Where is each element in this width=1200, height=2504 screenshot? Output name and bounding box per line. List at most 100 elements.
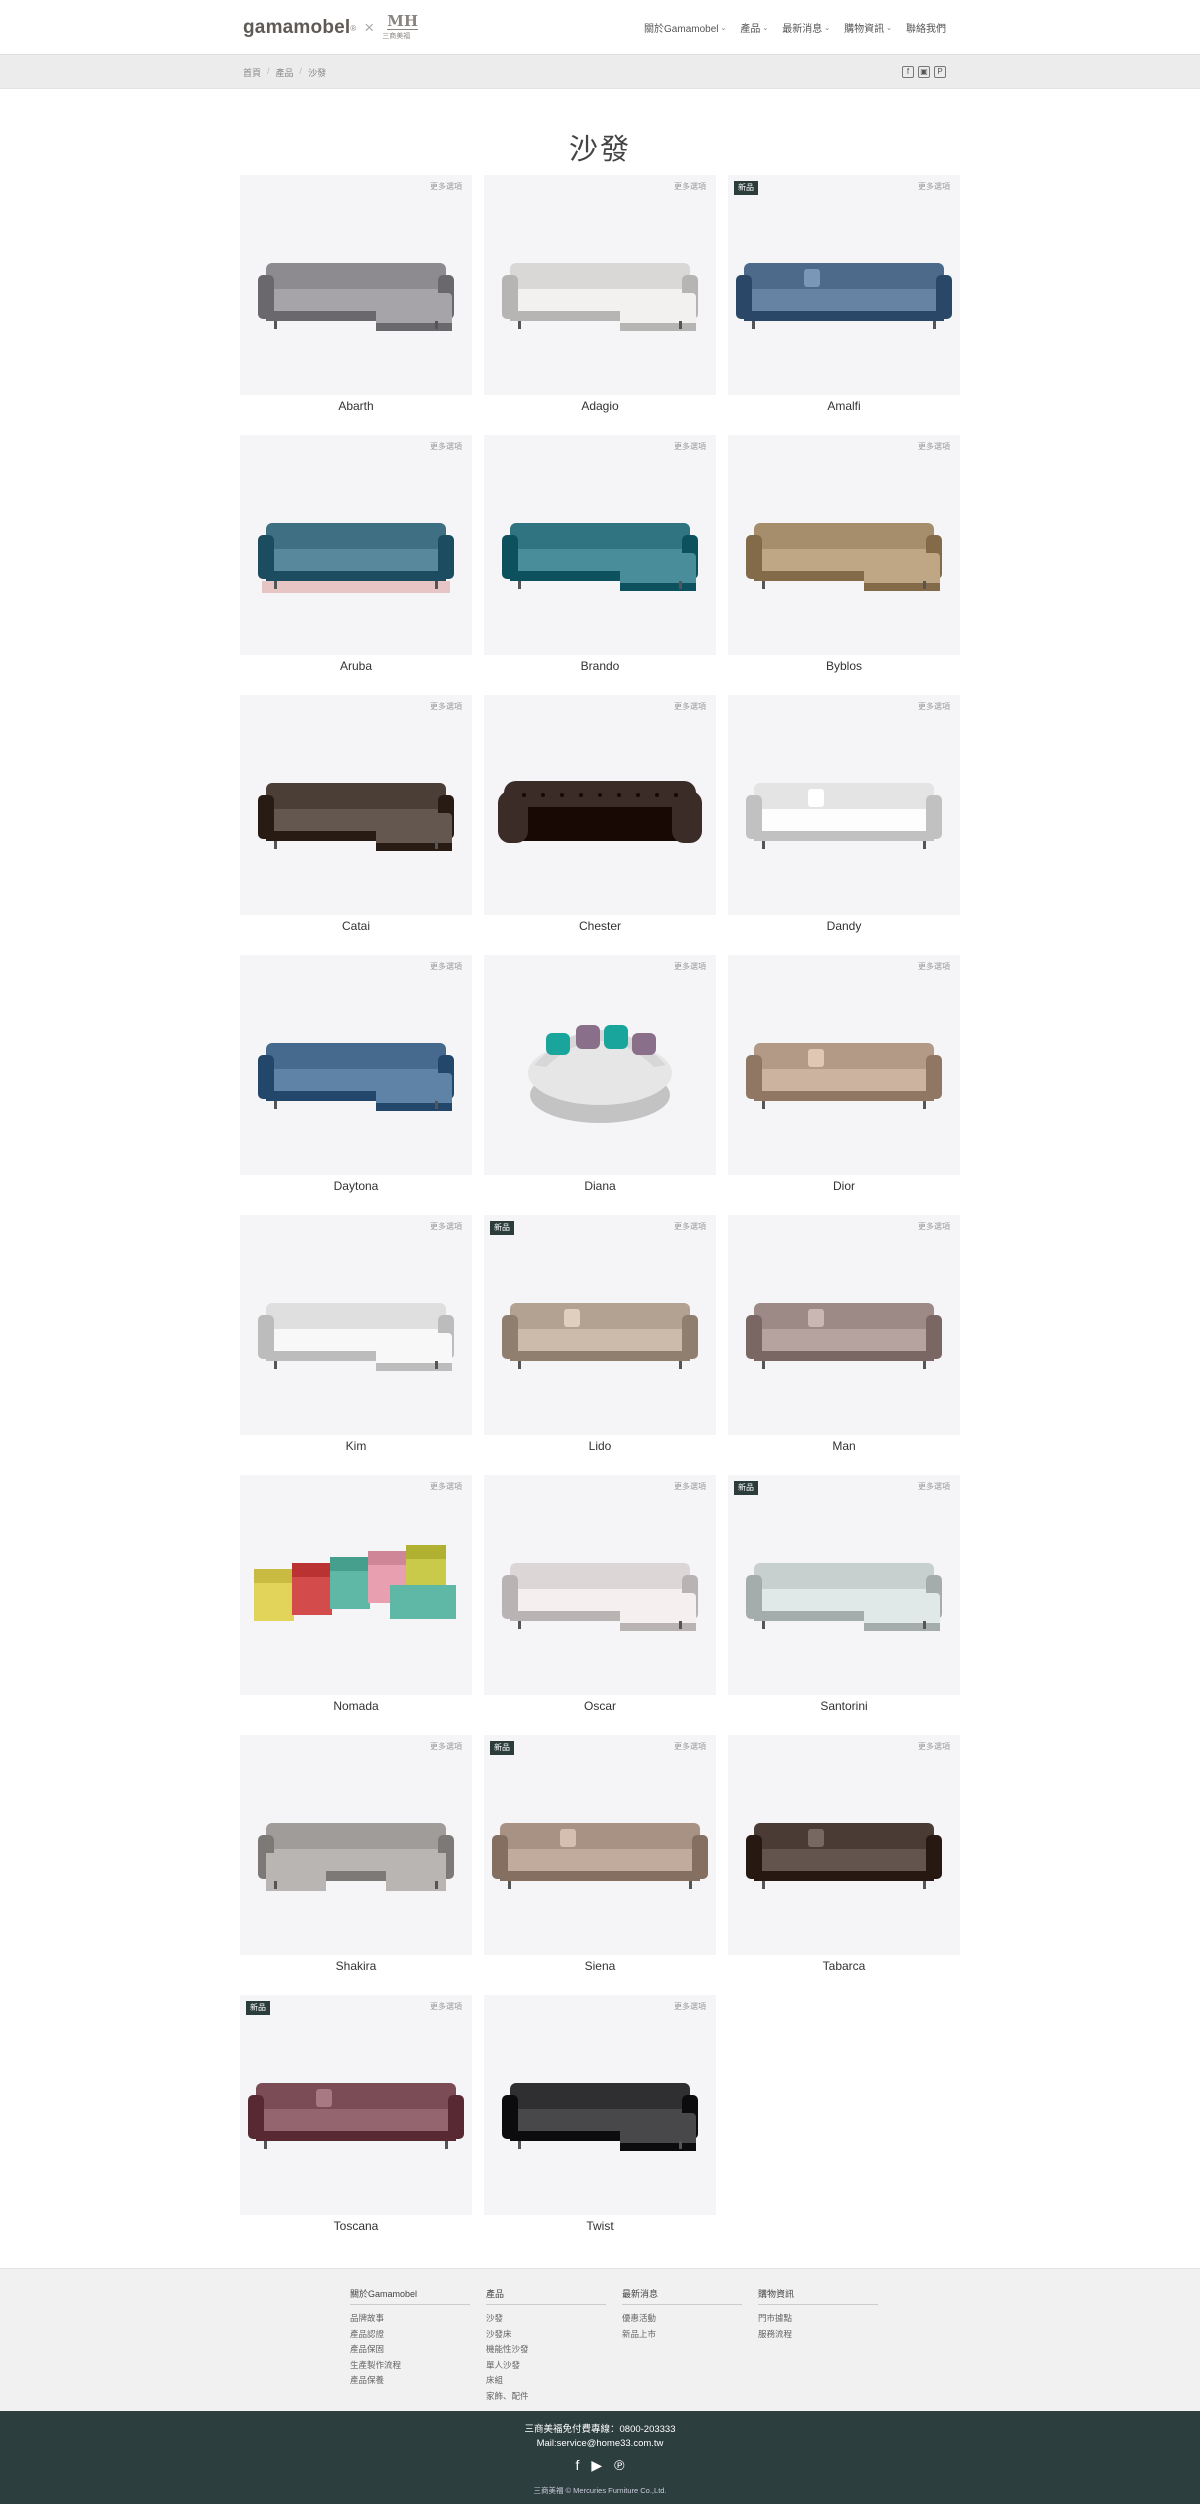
more-options-label[interactable]: 更多選項 bbox=[674, 2001, 706, 2012]
product-name[interactable]: Santorini bbox=[728, 1699, 960, 1713]
product-card[interactable]: 更多選項 Brando bbox=[484, 435, 716, 685]
footer-link[interactable]: 機能性沙發 bbox=[486, 2342, 606, 2358]
product-name[interactable]: Abarth bbox=[240, 399, 472, 413]
product-image[interactable]: 更多選項 bbox=[728, 955, 960, 1175]
product-image[interactable]: 更多選項 bbox=[240, 1735, 472, 1955]
product-name[interactable]: Toscana bbox=[240, 2219, 472, 2233]
footer-link[interactable]: 產品認證 bbox=[350, 2327, 470, 2343]
product-image[interactable]: 更多選項 bbox=[484, 1995, 716, 2215]
pinterest-icon[interactable]: P bbox=[934, 66, 946, 78]
footer-mail[interactable]: Mail:service@home33.com.tw bbox=[0, 2438, 1200, 2449]
facebook-icon[interactable]: f bbox=[576, 2457, 580, 2473]
product-name[interactable]: Amalfi bbox=[728, 399, 960, 413]
more-options-label[interactable]: 更多選項 bbox=[430, 1221, 462, 1232]
more-options-label[interactable]: 更多選項 bbox=[918, 181, 950, 192]
product-name[interactable]: Nomada bbox=[240, 1699, 472, 1713]
product-image[interactable]: 更多選項 bbox=[240, 1215, 472, 1435]
product-image[interactable]: 更多選項 bbox=[484, 1475, 716, 1695]
more-options-label[interactable]: 更多選項 bbox=[918, 441, 950, 452]
breadcrumb-item[interactable]: 產品 bbox=[276, 66, 294, 79]
product-image[interactable]: 更多選項 bbox=[728, 695, 960, 915]
footer-link[interactable]: 單人沙發 bbox=[486, 2358, 606, 2374]
product-image[interactable]: 更多選項 bbox=[240, 175, 472, 395]
product-card[interactable]: 更多選項 新品 Amalfi bbox=[728, 175, 960, 425]
product-card[interactable]: 更多選項 Shakira bbox=[240, 1735, 472, 1985]
product-name[interactable]: Twist bbox=[484, 2219, 716, 2233]
product-name[interactable]: Aruba bbox=[240, 659, 472, 673]
product-image[interactable]: 更多選項 bbox=[240, 1475, 472, 1695]
product-image[interactable]: 更多選項 新品 bbox=[240, 1995, 472, 2215]
product-image[interactable]: 更多選項 bbox=[484, 435, 716, 655]
product-name[interactable]: Catai bbox=[240, 919, 472, 933]
more-options-label[interactable]: 更多選項 bbox=[430, 961, 462, 972]
more-options-label[interactable]: 更多選項 bbox=[674, 961, 706, 972]
more-options-label[interactable]: 更多選項 bbox=[430, 1481, 462, 1492]
product-name[interactable]: Dandy bbox=[728, 919, 960, 933]
product-card[interactable]: 更多選項 新品 Toscana bbox=[240, 1995, 472, 2245]
product-name[interactable]: Chester bbox=[484, 919, 716, 933]
footer-link[interactable]: 生產製作流程 bbox=[350, 2358, 470, 2374]
product-name[interactable]: Adagio bbox=[484, 399, 716, 413]
product-card[interactable]: 更多選項 Byblos bbox=[728, 435, 960, 685]
more-options-label[interactable]: 更多選項 bbox=[430, 1741, 462, 1752]
footer-link[interactable]: 門市據點 bbox=[758, 2311, 878, 2327]
footer-link[interactable]: 新品上市 bbox=[622, 2327, 742, 2343]
product-image[interactable]: 更多選項 bbox=[240, 695, 472, 915]
product-card[interactable]: 更多選項 Dior bbox=[728, 955, 960, 1205]
product-card[interactable]: 更多選項 Oscar bbox=[484, 1475, 716, 1725]
footer-link[interactable]: 產品保養 bbox=[350, 2373, 470, 2389]
more-options-label[interactable]: 更多選項 bbox=[674, 701, 706, 712]
product-card[interactable]: 更多選項 Daytona bbox=[240, 955, 472, 1205]
product-name[interactable]: Shakira bbox=[240, 1959, 472, 1973]
more-options-label[interactable]: 更多選項 bbox=[918, 701, 950, 712]
footer-link[interactable]: 優惠活動 bbox=[622, 2311, 742, 2327]
product-name[interactable]: Man bbox=[728, 1439, 960, 1453]
product-card[interactable]: 更多選項 Dandy bbox=[728, 695, 960, 945]
more-options-label[interactable]: 更多選項 bbox=[918, 961, 950, 972]
pinterest-icon[interactable]: ℗ bbox=[614, 2457, 624, 2473]
mail-icon[interactable]: ▣ bbox=[918, 66, 930, 78]
product-card[interactable]: 更多選項 新品 Siena bbox=[484, 1735, 716, 1985]
footer-link[interactable]: 沙發床 bbox=[486, 2327, 606, 2343]
product-card[interactable]: 更多選項 Kim bbox=[240, 1215, 472, 1465]
product-image[interactable]: 更多選項 bbox=[240, 435, 472, 655]
nav-item-4[interactable]: 聯絡我們 bbox=[906, 20, 946, 35]
product-image[interactable]: 更多選項 新品 bbox=[728, 1475, 960, 1695]
footer-link[interactable]: 家飾、配件 bbox=[486, 2389, 606, 2405]
breadcrumb-item[interactable]: 首頁 bbox=[243, 66, 261, 79]
product-name[interactable]: Tabarca bbox=[728, 1959, 960, 1973]
product-card[interactable]: 更多選項 Nomada bbox=[240, 1475, 472, 1725]
product-name[interactable]: Lido bbox=[484, 1439, 716, 1453]
product-card[interactable]: 更多選項 Man bbox=[728, 1215, 960, 1465]
footer-link[interactable]: 服務流程 bbox=[758, 2327, 878, 2343]
product-image[interactable]: 更多選項 新品 bbox=[484, 1215, 716, 1435]
nav-item-1[interactable]: 產品 ⌄ bbox=[740, 20, 768, 35]
youtube-icon[interactable]: ▶ bbox=[591, 2457, 602, 2473]
more-options-label[interactable]: 更多選項 bbox=[918, 1481, 950, 1492]
more-options-label[interactable]: 更多選項 bbox=[918, 1741, 950, 1752]
more-options-label[interactable]: 更多選項 bbox=[674, 1221, 706, 1232]
product-card[interactable]: 更多選項 Tabarca bbox=[728, 1735, 960, 1985]
product-name[interactable]: Daytona bbox=[240, 1179, 472, 1193]
product-card[interactable]: 更多選項 Twist bbox=[484, 1995, 716, 2245]
more-options-label[interactable]: 更多選項 bbox=[674, 1481, 706, 1492]
more-options-label[interactable]: 更多選項 bbox=[430, 701, 462, 712]
product-image[interactable]: 更多選項 新品 bbox=[484, 1735, 716, 1955]
more-options-label[interactable]: 更多選項 bbox=[674, 1741, 706, 1752]
product-image[interactable]: 更多選項 bbox=[484, 695, 716, 915]
more-options-label[interactable]: 更多選項 bbox=[430, 2001, 462, 2012]
product-image[interactable]: 更多選項 bbox=[728, 1735, 960, 1955]
product-name[interactable]: Brando bbox=[484, 659, 716, 673]
footer-link[interactable]: 產品保固 bbox=[350, 2342, 470, 2358]
product-image[interactable]: 更多選項 bbox=[484, 175, 716, 395]
footer-link[interactable]: 沙發 bbox=[486, 2311, 606, 2327]
more-options-label[interactable]: 更多選項 bbox=[674, 441, 706, 452]
product-card[interactable]: 更多選項 Catai bbox=[240, 695, 472, 945]
product-card[interactable]: 更多選項 Adagio bbox=[484, 175, 716, 425]
nav-item-3[interactable]: 購物資訊 ⌄ bbox=[844, 20, 892, 35]
product-name[interactable]: Siena bbox=[484, 1959, 716, 1973]
product-card[interactable]: 更多選項 新品 Santorini bbox=[728, 1475, 960, 1725]
product-card[interactable]: 更多選項 Abarth bbox=[240, 175, 472, 425]
product-image[interactable]: 更多選項 bbox=[728, 1215, 960, 1435]
site-logo[interactable]: gamamobel ® × MH 三商美福 bbox=[243, 13, 419, 43]
